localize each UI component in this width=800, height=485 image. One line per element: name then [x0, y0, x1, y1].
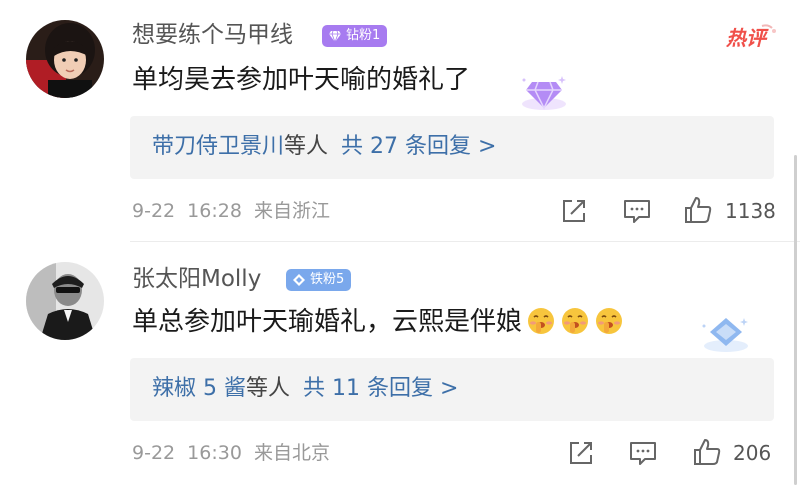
- comment-time: 16:28: [187, 200, 242, 222]
- comment-location: 来自浙江: [253, 200, 330, 222]
- badge-label: 铁粉5: [310, 272, 345, 287]
- comment-text: 单总参加叶天瑜婚礼，云熙是伴娘: [132, 304, 624, 340]
- comment-icon[interactable]: [622, 196, 652, 226]
- comment-item: 张太阳Molly 铁粉5 单总参加叶天瑜婚礼，云熙是伴娘 辣椒 5 酱等人 共 …: [0, 242, 800, 485]
- reply-preview[interactable]: 辣椒 5 酱等人 共 11 条回复 >: [130, 358, 774, 421]
- username[interactable]: 张太阳Molly: [132, 264, 261, 294]
- scrollbar[interactable]: [794, 155, 797, 485]
- comment-feed: 想要练个马甲线 钻粉1 热评 单均昊去参加叶天喻的婚礼了 带刀侍卫景川等人 共 …: [0, 0, 800, 485]
- share-icon[interactable]: [559, 196, 589, 226]
- reply-count-link[interactable]: 共 11 条回复 >: [303, 376, 458, 401]
- comment-date: 9-22: [132, 200, 176, 222]
- comment-location: 来自北京: [253, 442, 330, 464]
- reply-users[interactable]: 带刀侍卫景川: [152, 134, 284, 159]
- diamond-icon: [329, 30, 341, 43]
- comment-date: 9-22: [132, 442, 176, 464]
- fan-badge[interactable]: 钻粉1: [322, 25, 388, 47]
- reply-count-link[interactable]: 共 27 条回复 >: [341, 134, 496, 159]
- like-count: 1138: [725, 199, 776, 223]
- comment-text: 单均昊去参加叶天喻的婚礼了: [132, 65, 471, 95]
- hot-label: 热评: [726, 26, 766, 50]
- reply-mid: 等人: [284, 134, 329, 159]
- comment-meta: 9-22 16:30 来自北京: [132, 441, 330, 465]
- username[interactable]: 想要练个马甲线: [132, 20, 293, 50]
- shush-emoji-icon: [528, 308, 555, 334]
- share-icon[interactable]: [566, 438, 596, 468]
- like-icon[interactable]: [692, 437, 722, 467]
- like-icon[interactable]: [683, 195, 713, 225]
- comment-icon[interactable]: [628, 438, 658, 468]
- diamond-icon: [293, 274, 305, 286]
- fan-badge[interactable]: 铁粉5: [286, 269, 352, 291]
- avatar[interactable]: [26, 262, 104, 340]
- shush-emoji-icon: [596, 308, 623, 334]
- diamond-sticker-icon: [700, 312, 752, 358]
- shush-emoji-icon: [562, 308, 589, 334]
- reply-summary: 辣椒 5 酱等人 共 11 条回复 >: [152, 373, 458, 405]
- comment-meta: 9-22 16:28 来自浙江: [132, 199, 330, 223]
- reply-users[interactable]: 辣椒 5 酱: [152, 376, 246, 401]
- avatar[interactable]: [26, 20, 104, 98]
- like-count: 206: [733, 441, 772, 465]
- comment-item: 想要练个马甲线 钻粉1 热评 单均昊去参加叶天喻的婚礼了 带刀侍卫景川等人 共 …: [0, 0, 800, 242]
- reply-mid: 等人: [245, 376, 290, 401]
- comment-time: 16:30: [187, 442, 242, 464]
- hot-comment-tag: 热评: [724, 22, 778, 54]
- comment-text-content: 单总参加叶天瑜婚礼，云熙是伴娘: [132, 307, 523, 337]
- reply-summary: 带刀侍卫景川等人 共 27 条回复 >: [152, 131, 496, 163]
- diamond-sticker-icon: [518, 70, 570, 116]
- badge-label: 钻粉1: [346, 28, 381, 43]
- reply-preview[interactable]: 带刀侍卫景川等人 共 27 条回复 >: [130, 116, 774, 179]
